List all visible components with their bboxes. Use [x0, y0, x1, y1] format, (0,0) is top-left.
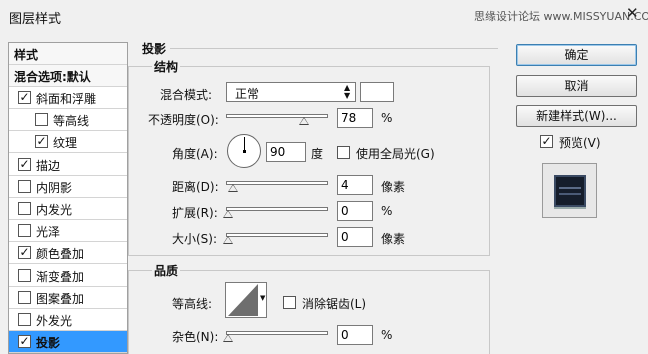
distance-field[interactable]: 4 — [337, 175, 373, 195]
opacity-field[interactable]: 78 — [337, 108, 373, 128]
sidebar-item[interactable]: 内发光 — [9, 198, 127, 220]
sidebar-item-checkbox[interactable]: ✓ — [18, 157, 31, 171]
sidebar-item-blend-options[interactable]: 混合选项:默认 — [9, 65, 127, 87]
sidebar-item-label: 渐变叠加 — [36, 269, 85, 284]
angle-label: 角度(A): — [172, 147, 218, 161]
distance-unit: 像素 — [381, 180, 406, 194]
sidebar-item-checkbox[interactable] — [18, 313, 31, 326]
preview-swatch-image — [554, 175, 586, 207]
angle-dial-center — [243, 150, 246, 153]
sidebar-item-checkbox[interactable]: ✓ — [35, 135, 48, 149]
size-slider-thumb[interactable] — [223, 236, 233, 244]
size-unit: 像素 — [381, 232, 406, 246]
sidebar-item[interactable]: 内阴影 — [9, 175, 127, 198]
noise-slider[interactable] — [226, 331, 328, 335]
sidebar-item[interactable]: 光泽 — [9, 220, 127, 243]
antialias-checkbox[interactable] — [283, 296, 296, 309]
spread-label: 扩展(R): — [172, 206, 218, 220]
angle-unit: 度 — [311, 147, 324, 161]
preview-label: 预览(V) — [559, 136, 601, 150]
sidebar-item-checkbox[interactable]: ✓ — [18, 91, 31, 104]
spread-slider[interactable] — [226, 207, 328, 211]
quality-title: 品质 — [152, 262, 181, 279]
sidebar-item[interactable]: ✓ 颜色叠加 — [9, 242, 127, 265]
panel-title-rule — [170, 48, 498, 49]
noise-unit: % — [381, 328, 393, 342]
sidebar-item[interactable]: 图案叠加 — [9, 286, 127, 309]
angle-dial[interactable] — [227, 134, 261, 168]
sidebar-item-label: 外发光 — [36, 314, 73, 328]
sidebar-item-checkbox[interactable] — [35, 113, 48, 127]
sidebar-item[interactable]: ✓ 投影 — [9, 331, 127, 354]
blend-mode-select[interactable]: 正常 ▲ ▼ — [226, 82, 356, 102]
sidebar-header-label: 样式 — [14, 48, 39, 62]
spread-slider-thumb[interactable] — [223, 210, 233, 218]
blend-mode-label: 混合模式: — [160, 88, 213, 102]
antialias-label: 消除锯齿(L) — [302, 297, 367, 311]
sidebar-item-label: 投影 — [36, 336, 61, 351]
contour-preview-icon — [228, 284, 258, 316]
sidebar-item-checkbox[interactable] — [18, 202, 31, 215]
noise-label: 杂色(N): — [172, 330, 219, 344]
preview-checkbox[interactable]: ✓ — [540, 135, 553, 148]
sidebar-item[interactable]: ✓ 斜面和浮雕 — [9, 87, 127, 109]
sidebar-item-label: 混合选项:默认 — [14, 70, 91, 84]
sidebar-item-checkbox[interactable] — [18, 224, 31, 238]
noise-slider-thumb[interactable] — [223, 334, 233, 342]
sidebar-item-label: 光泽 — [36, 225, 61, 240]
preview-swatch-highlight — [559, 187, 581, 189]
contour-picker[interactable]: ▼ — [225, 282, 267, 318]
cancel-button[interactable]: 取消 — [516, 75, 637, 97]
angle-field[interactable]: 90 — [266, 142, 306, 162]
shadow-color-swatch[interactable] — [360, 82, 394, 102]
contour-label: 等高线: — [172, 297, 213, 311]
noise-field[interactable]: 0 — [337, 325, 373, 345]
close-icon[interactable]: ✕ — [626, 4, 639, 22]
structure-title: 结构 — [152, 58, 181, 75]
opacity-slider[interactable] — [226, 114, 328, 118]
sidebar-item-checkbox[interactable] — [18, 290, 31, 304]
updown-arrows-icon: ▲ ▼ — [344, 83, 351, 100]
distance-slider[interactable] — [226, 181, 328, 185]
spread-unit: % — [381, 204, 393, 218]
sidebar-item[interactable]: 等高线 — [9, 109, 127, 132]
sidebar-item-checkbox[interactable] — [18, 268, 31, 282]
spread-field[interactable]: 0 — [337, 201, 373, 221]
distance-slider-thumb[interactable] — [228, 184, 238, 192]
sidebar-item[interactable]: 外发光 — [9, 309, 127, 331]
opacity-label: 不透明度(O): — [148, 113, 219, 127]
sidebar-header-styles: 样式 — [9, 43, 127, 65]
sidebar-item-checkbox[interactable] — [18, 179, 31, 193]
sidebar-item-label: 纹理 — [53, 136, 78, 151]
sidebar-item-label: 内阴影 — [36, 180, 73, 195]
dialog-title: 图层样式 — [9, 12, 62, 27]
global-light-checkbox[interactable] — [337, 146, 350, 159]
opacity-slider-thumb[interactable] — [299, 117, 309, 125]
new-style-button[interactable]: 新建样式(W)... — [516, 105, 637, 127]
opacity-unit: % — [381, 111, 393, 125]
size-field[interactable]: 0 — [337, 227, 373, 247]
sidebar-item-checkbox[interactable]: ✓ — [18, 246, 31, 260]
sidebar-item-label: 内发光 — [36, 203, 73, 217]
ok-button[interactable]: 确定 — [516, 44, 637, 66]
sidebar-item[interactable]: ✓ 描边 — [9, 153, 127, 176]
global-light-label: 使用全局光(G) — [356, 147, 435, 161]
sidebar-item-label: 图案叠加 — [36, 291, 85, 306]
size-label: 大小(S): — [172, 232, 218, 246]
sidebar-item-label: 等高线 — [53, 114, 90, 129]
sidebar-item-label: 颜色叠加 — [36, 247, 85, 262]
sidebar-item-checkbox[interactable]: ✓ — [18, 335, 31, 349]
watermark-text: 思缘设计论坛 www.MISSYUAN.COM — [474, 10, 648, 23]
chevron-down-icon: ▼ — [260, 294, 266, 302]
distance-label: 距离(D): — [172, 180, 219, 194]
sidebar-item-label: 斜面和浮雕 — [36, 92, 97, 106]
preview-swatch-highlight-2 — [559, 193, 581, 195]
panel-title: 投影 — [142, 42, 167, 56]
sidebar-item[interactable]: 渐变叠加 — [9, 264, 127, 287]
preview-thumbnail — [542, 163, 597, 218]
blend-mode-value: 正常 — [235, 87, 260, 101]
size-slider[interactable] — [226, 233, 328, 237]
sidebar-item[interactable]: ✓ 纹理 — [9, 131, 127, 154]
sidebar-item-label: 描边 — [36, 158, 61, 173]
